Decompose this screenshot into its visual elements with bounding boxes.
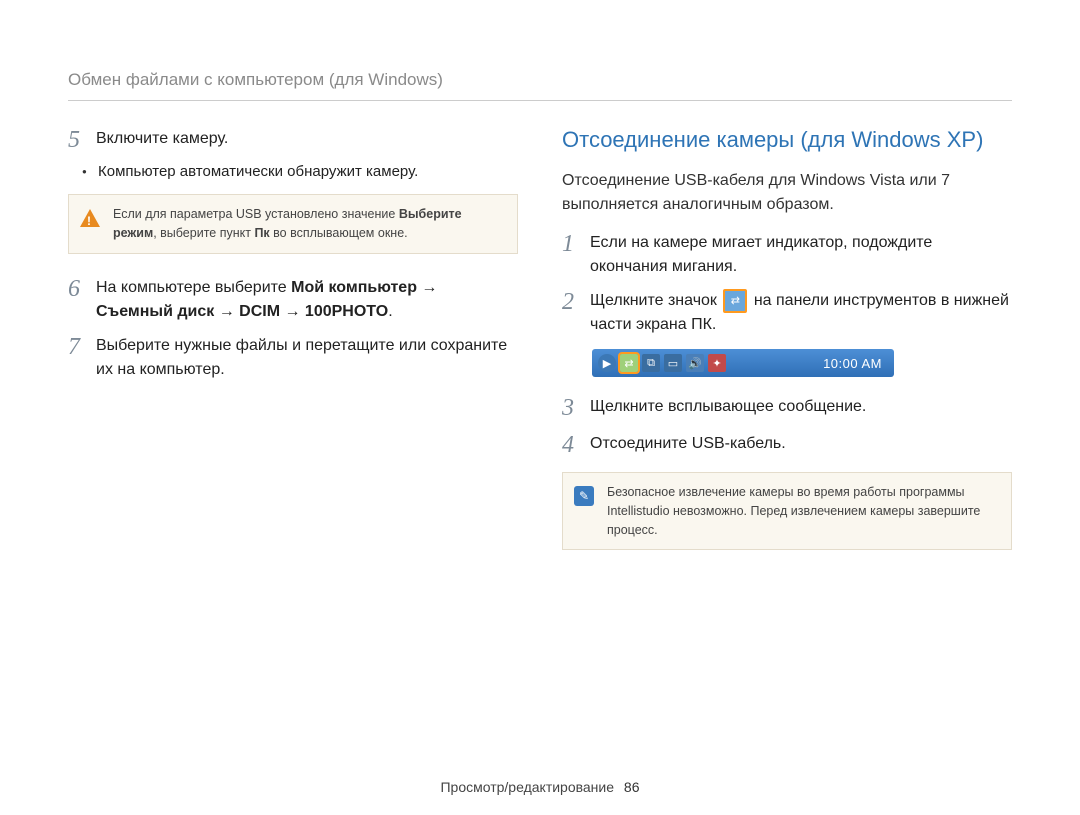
page-header: Обмен файлами с компьютером (для Windows… (68, 70, 1012, 101)
taskbar-screenshot: ▶ ⇄ ⧉ ▭ 🔊 ✦ 10:00 AM (592, 349, 894, 377)
info-text: Безопасное извлечение камеры во время ра… (607, 485, 980, 537)
step6-b1: Мой компьютер (291, 279, 417, 296)
step-text: Если на камере мигает индикатор, подожди… (590, 231, 1012, 279)
info-note: ✎ Безопасное извлечение камеры во время … (562, 472, 1012, 550)
arrow: → (214, 303, 239, 320)
step-text: На компьютере выберите Мой компьютер → С… (96, 276, 518, 324)
step-text: Выберите нужные файлы и перетащите или с… (96, 334, 518, 382)
footer-section: Просмотр/редактирование (440, 779, 614, 795)
safe-remove-hardware-icon: ⇄ (723, 289, 747, 313)
step-number: 1 (562, 231, 590, 257)
arrow: → (280, 303, 305, 320)
step6-dot: . (388, 303, 392, 320)
step-number: 4 (562, 432, 590, 458)
content-columns: 5 Включите камеру. Компьютер автоматичес… (68, 127, 1012, 769)
step-7: 7 Выберите нужные файлы и перетащите или… (68, 334, 518, 382)
warning-text-part2: , выберите пункт (153, 226, 254, 240)
right-column: Отсоединение камеры (для Windows XP) Отс… (562, 127, 1012, 769)
tray-security-icon: ✦ (708, 354, 726, 372)
step-1: 1 Если на камере мигает индикатор, подож… (562, 231, 1012, 279)
tray-sound-icon: 🔊 (686, 354, 704, 372)
taskbar-clock: 10:00 AM (817, 356, 888, 371)
document-page: Обмен файлами с компьютером (для Windows… (0, 0, 1080, 815)
step-5: 5 Включите камеру. (68, 127, 518, 153)
tray-network-icon: ⧉ (642, 354, 660, 372)
warning-text-part3: во всплывающем окне. (270, 226, 408, 240)
step-number: 5 (68, 127, 96, 153)
step-number: 7 (68, 334, 96, 360)
section-title: Отсоединение камеры (для Windows XP) (562, 127, 1012, 153)
step6-b2: Съемный диск (96, 303, 214, 320)
step-text: Включите камеру. (96, 127, 228, 151)
step2-pre: Щелкните значок (590, 292, 721, 309)
warning-triangle-icon (79, 207, 101, 229)
step6-b4: 100PHOTO (305, 303, 388, 320)
step-text: Щелкните значок ⇄ на панели инструментов… (590, 289, 1012, 337)
tray-safe-remove-icon: ⇄ (620, 354, 638, 372)
header-title: Обмен файлами с компьютером (для Windows… (68, 70, 443, 89)
info-square-icon: ✎ (573, 485, 595, 507)
step-number: 3 (562, 395, 590, 421)
step6-b3: DCIM (239, 303, 280, 320)
step-5-bullet: Компьютер автоматически обнаружит камеру… (68, 163, 518, 180)
step-6: 6 На компьютере выберите Мой компьютер →… (68, 276, 518, 324)
arrow: → (417, 279, 437, 296)
tray-display-icon: ▭ (664, 354, 682, 372)
warning-text-part1: Если для параметра USB установлено значе… (113, 207, 399, 221)
tray-media-icon: ▶ (598, 354, 616, 372)
intro-text: Отсоединение USB-кабеля для Windows Vist… (562, 169, 1012, 217)
step-3: 3 Щелкните всплывающее сообщение. (562, 395, 1012, 421)
page-footer: Просмотр/редактирование 86 (68, 769, 1012, 795)
left-column: 5 Включите камеру. Компьютер автоматичес… (68, 127, 518, 769)
step-4: 4 Отсоедините USB-кабель. (562, 432, 1012, 458)
footer-page-number: 86 (624, 779, 640, 795)
step-2: 2 Щелкните значок ⇄ на панели инструмент… (562, 289, 1012, 337)
step-number: 2 (562, 289, 590, 315)
step6-pre: На компьютере выберите (96, 279, 291, 296)
warning-bold2: Пк (254, 226, 269, 240)
warning-note: Если для параметра USB установлено значе… (68, 194, 518, 254)
step-number: 6 (68, 276, 96, 302)
step-text: Щелкните всплывающее сообщение. (590, 395, 866, 419)
step-text: Отсоедините USB-кабель. (590, 432, 786, 456)
